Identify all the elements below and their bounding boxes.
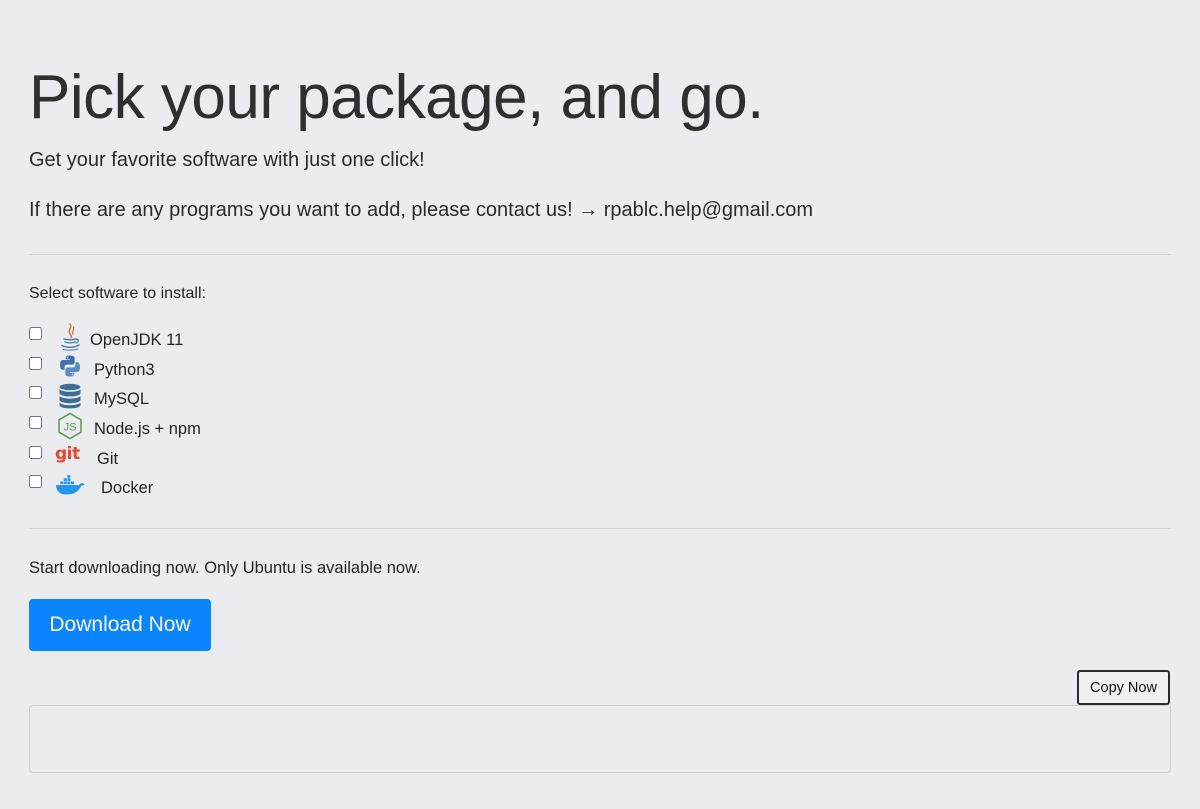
download-now-button[interactable]: Download Now xyxy=(29,599,211,651)
page-subtitle: Get your favorite software with just one… xyxy=(29,149,425,171)
software-item-mysql: MySQL xyxy=(29,381,201,411)
software-item-python3: Python3 xyxy=(29,352,201,382)
java-icon xyxy=(55,323,85,351)
software-item-label: Node.js + npm xyxy=(94,420,201,439)
software-list: OpenJDK 11 Python3 MySQL JS Node.js + np… xyxy=(29,322,201,500)
nodejs-icon: JS xyxy=(55,412,85,440)
nodejs-checkbox[interactable] xyxy=(29,416,42,430)
docker-checkbox[interactable] xyxy=(29,475,42,489)
software-item-label: Python3 xyxy=(94,360,155,379)
software-item-label: Docker xyxy=(101,479,154,498)
software-item-label: Git xyxy=(97,449,119,468)
divider xyxy=(29,254,1171,255)
page-title: Pick your package, and go. xyxy=(29,63,764,132)
software-item-docker: Docker xyxy=(29,470,201,500)
svg-text:git: git xyxy=(55,444,80,464)
svg-text:JS: JS xyxy=(64,421,77,433)
select-software-label: Select software to install: xyxy=(29,285,206,302)
database-icon xyxy=(55,382,85,410)
software-item-openjdk: OpenJDK 11 xyxy=(29,322,201,352)
python-icon xyxy=(55,352,85,380)
software-item-label: OpenJDK 11 xyxy=(90,331,184,350)
software-item-git: git Git xyxy=(29,440,201,470)
openjdk-checkbox[interactable] xyxy=(29,327,42,341)
docker-icon xyxy=(55,471,85,499)
copy-now-button[interactable]: Copy Now xyxy=(1077,670,1170,705)
command-output-field[interactable] xyxy=(29,705,1171,773)
git-checkbox[interactable] xyxy=(29,445,42,459)
contact-line: If there are any programs you want to ad… xyxy=(29,199,814,221)
python3-checkbox[interactable] xyxy=(29,356,42,370)
software-item-nodejs: JS Node.js + npm xyxy=(29,411,201,441)
software-item-label: MySQL xyxy=(94,390,150,409)
mysql-checkbox[interactable] xyxy=(29,386,42,400)
git-icon: git xyxy=(55,441,85,469)
download-info-text: Start downloading now. Only Ubuntu is av… xyxy=(29,559,421,577)
divider xyxy=(29,528,1171,529)
